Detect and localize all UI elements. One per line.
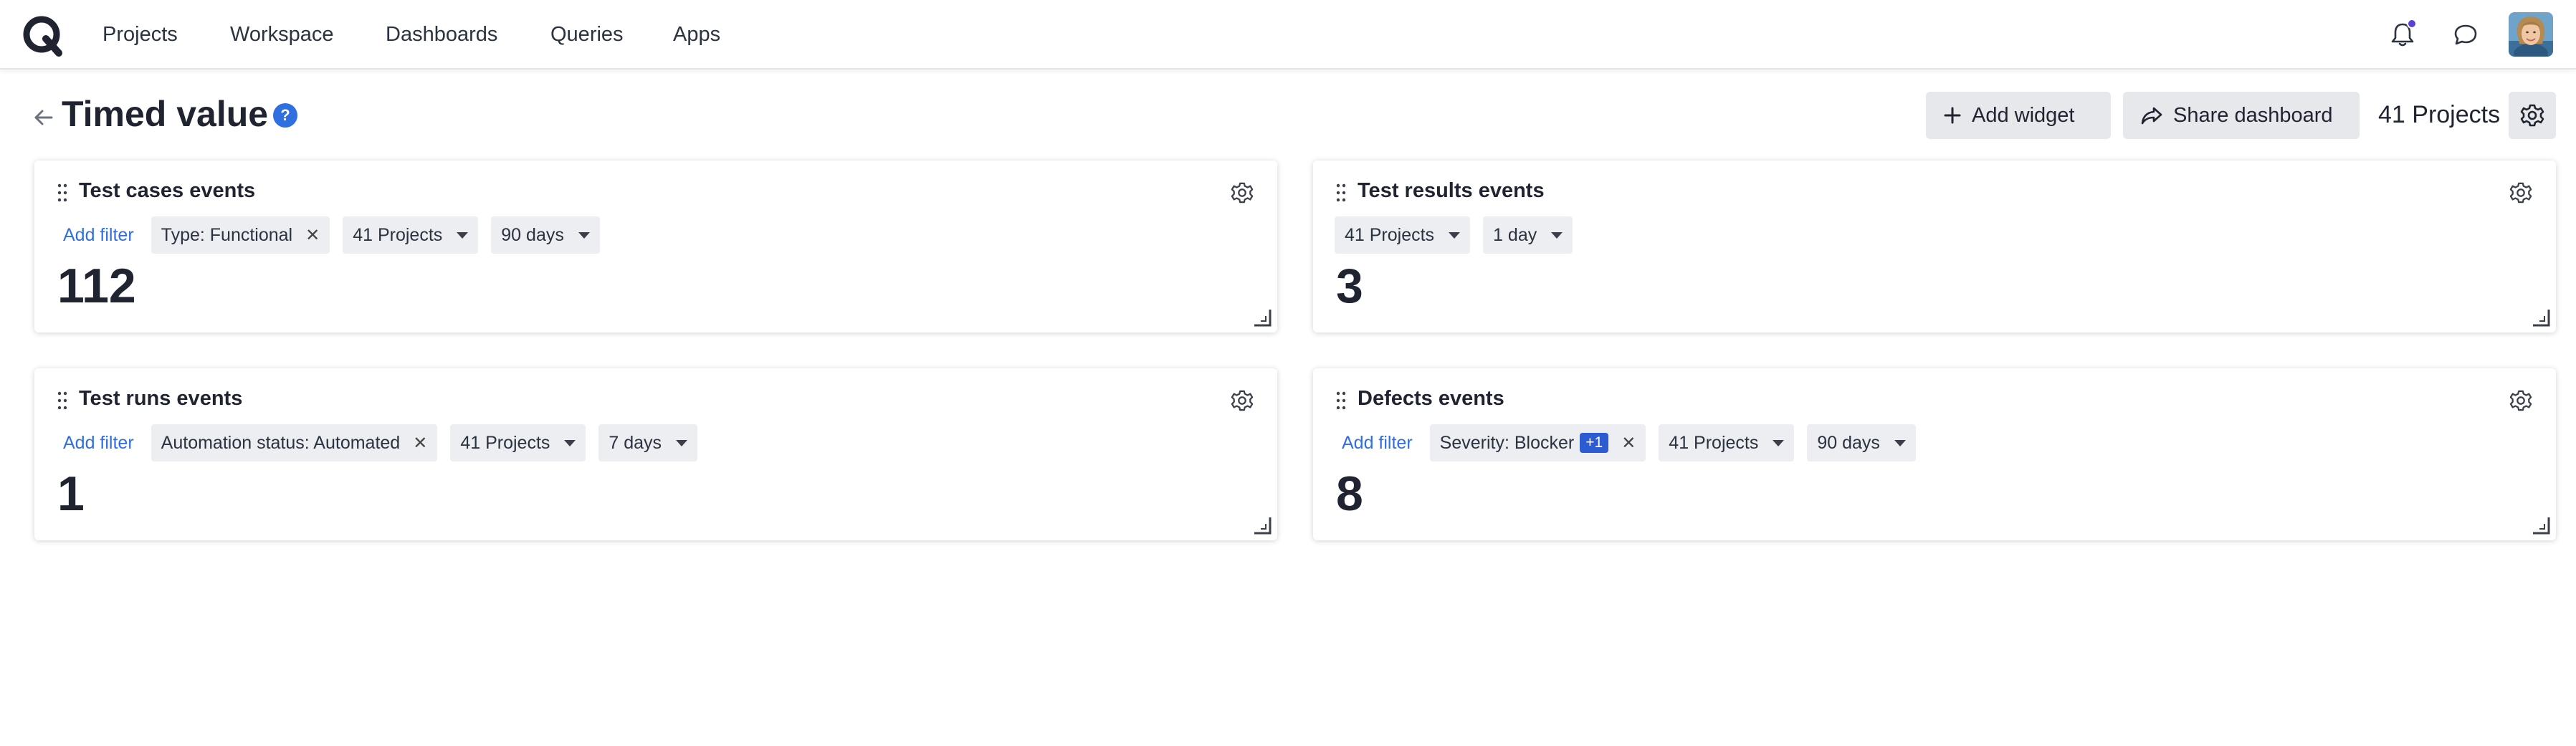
widget-value: 8 — [1336, 467, 1363, 521]
period-dropdown[interactable]: 90 days — [1807, 424, 1916, 462]
caret-down-icon — [457, 231, 469, 239]
more-filters-badge: +1 — [1580, 433, 1609, 453]
logo-icon[interactable] — [22, 14, 65, 57]
page-title: Timed value — [62, 94, 269, 134]
widget-title: Test results events — [1358, 179, 1545, 202]
caret-down-icon — [1449, 231, 1461, 239]
period-dropdown[interactable]: 90 days — [491, 216, 600, 254]
period-dropdown-label: 7 days — [609, 432, 662, 453]
nav-projects[interactable]: Projects — [102, 23, 178, 47]
filter-chip[interactable]: Automation status: Automated ✕ — [151, 424, 438, 462]
resize-handle-icon[interactable] — [2530, 515, 2552, 536]
close-icon[interactable]: ✕ — [413, 433, 427, 454]
share-dashboard-button[interactable]: Share dashboard — [2123, 92, 2360, 139]
widget-title: Test cases events — [79, 179, 256, 202]
projects-dropdown[interactable]: 41 Projects — [343, 216, 479, 254]
filter-chip-label: Type: Functional — [161, 224, 293, 245]
caret-down-icon — [1894, 439, 1906, 446]
widget-value: 112 — [57, 259, 136, 313]
projects-dropdown[interactable]: 41 Projects — [1659, 424, 1795, 462]
plus-icon — [1944, 107, 1961, 124]
projects-dropdown-label: 41 Projects — [1669, 432, 1759, 453]
resize-handle-icon[interactable] — [2530, 307, 2552, 328]
projects-count[interactable]: 41 Projects — [2378, 101, 2500, 129]
caret-down-icon — [1551, 231, 1563, 239]
resize-handle-icon[interactable] — [1251, 515, 1273, 536]
bell-icon[interactable] — [2387, 19, 2418, 50]
period-dropdown[interactable]: 1 day — [1483, 216, 1573, 254]
filter-bar: 41 Projects 1 day — [1335, 216, 1585, 254]
period-dropdown[interactable]: 7 days — [598, 424, 698, 462]
widget-title: Test runs events — [79, 387, 243, 410]
period-dropdown-label: 90 days — [1817, 432, 1880, 453]
add-widget-label: Add widget — [1972, 103, 2075, 127]
share-icon — [2141, 107, 2162, 125]
share-dashboard-label: Share dashboard — [2173, 103, 2333, 127]
projects-dropdown-label: 41 Projects — [1345, 224, 1435, 245]
caret-down-icon — [1773, 439, 1785, 446]
add-filter-button[interactable]: Add filter — [63, 433, 134, 454]
period-dropdown-label: 1 day — [1493, 224, 1537, 245]
period-dropdown-label: 90 days — [501, 224, 564, 245]
filter-chip-label: Severity: Blocker — [1439, 432, 1575, 453]
filter-bar: Add filter Type: Functional ✕ 41 Project… — [56, 216, 613, 254]
close-icon[interactable]: ✕ — [305, 225, 320, 246]
back-arrow-icon[interactable] — [32, 106, 54, 129]
caret-down-icon — [564, 439, 576, 446]
gear-icon — [2520, 104, 2544, 127]
nav-dashboards[interactable]: Dashboards — [386, 23, 497, 47]
chat-icon[interactable] — [2450, 19, 2481, 51]
nav-apps[interactable]: Apps — [673, 23, 720, 47]
filter-chip-label: Automation status: Automated — [161, 432, 401, 453]
drag-handle-icon[interactable] — [1336, 183, 1346, 202]
filter-bar: Add filter Severity: Blocker +1 ✕ 41 Pro… — [1335, 424, 1929, 462]
widget-value: 3 — [1336, 259, 1363, 313]
drag-handle-icon[interactable] — [1336, 391, 1346, 410]
widget-title: Defects events — [1358, 387, 1504, 410]
help-icon[interactable]: ? — [273, 103, 297, 128]
widget-defects-events: Defects events Add filter Severity: Bloc… — [1313, 368, 2556, 540]
gear-icon[interactable] — [1229, 179, 1256, 206]
gear-icon[interactable] — [2507, 387, 2534, 414]
filter-chip[interactable]: Severity: Blocker +1 ✕ — [1429, 424, 1646, 462]
resize-handle-icon[interactable] — [1251, 307, 1273, 328]
projects-dropdown[interactable]: 41 Projects — [450, 424, 586, 462]
filter-chip[interactable]: Type: Functional ✕ — [151, 216, 330, 254]
add-widget-button[interactable]: Add widget — [1926, 92, 2111, 139]
top-navigation-bar: Projects Workspace Dashboards Queries Ap… — [0, 0, 2576, 70]
nav-queries[interactable]: Queries — [550, 23, 624, 47]
add-filter-button[interactable]: Add filter — [63, 225, 134, 246]
projects-dropdown-label: 41 Projects — [353, 224, 443, 245]
filter-bar: Add filter Automation status: Automated … — [56, 424, 710, 462]
drag-handle-icon[interactable] — [57, 391, 67, 410]
avatar[interactable] — [2509, 12, 2553, 57]
caret-down-icon — [578, 231, 590, 239]
nav-workspace[interactable]: Workspace — [230, 23, 334, 47]
gear-icon[interactable] — [2507, 179, 2534, 206]
caret-down-icon — [676, 439, 688, 446]
projects-dropdown-label: 41 Projects — [460, 432, 550, 453]
widget-test-results-events: Test results events 41 Projects 1 day 3 — [1313, 161, 2556, 333]
widget-test-cases-events: Test cases events Add filter Type: Funct… — [34, 161, 1277, 333]
dashboard-settings-button[interactable] — [2509, 92, 2556, 139]
notification-dot — [2407, 19, 2417, 29]
gear-icon[interactable] — [1229, 387, 1256, 414]
widget-value: 1 — [57, 467, 85, 521]
add-filter-button[interactable]: Add filter — [1342, 433, 1413, 454]
widget-test-runs-events: Test runs events Add filter Automation s… — [34, 368, 1277, 540]
drag-handle-icon[interactable] — [57, 183, 67, 202]
close-icon[interactable]: ✕ — [1621, 433, 1636, 454]
projects-dropdown[interactable]: 41 Projects — [1335, 216, 1471, 254]
